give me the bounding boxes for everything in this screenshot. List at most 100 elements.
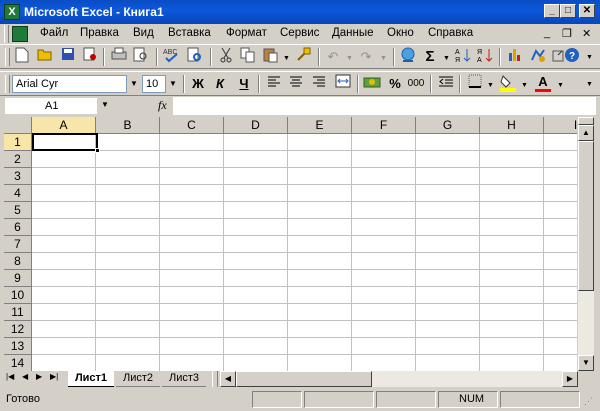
prev-sheet-button[interactable]: ◀: [22, 372, 28, 381]
menu-file[interactable]: Файл: [40, 27, 68, 39]
menu-data[interactable]: Данные: [332, 27, 374, 39]
select-all-corner[interactable]: [4, 117, 32, 134]
row-header[interactable]: 8: [4, 253, 32, 270]
undo-icon[interactable]: ↶: [323, 47, 343, 67]
fill-color-dropdown-arrow[interactable]: ▼: [521, 82, 528, 89]
row-header[interactable]: 4: [4, 185, 32, 202]
row-header[interactable]: 12: [4, 321, 32, 338]
menu-tools[interactable]: Сервис: [280, 27, 319, 39]
font-size-combo[interactable]: 10: [142, 75, 166, 93]
thousands-button[interactable]: 000: [406, 74, 426, 94]
font-color-dropdown-arrow[interactable]: ▼: [557, 82, 564, 89]
last-sheet-button[interactable]: ▶|: [50, 372, 58, 381]
column-header[interactable]: G: [416, 117, 480, 134]
active-cell-a1[interactable]: [32, 133, 98, 151]
autosum-icon[interactable]: Σ: [420, 47, 440, 67]
menu-edit[interactable]: Правка: [80, 27, 119, 39]
permission-icon[interactable]: [80, 47, 100, 67]
toolbar-grip[interactable]: [5, 48, 10, 66]
paste-icon[interactable]: [261, 47, 281, 67]
align-left-icon[interactable]: [264, 74, 284, 94]
drawing-icon[interactable]: [528, 47, 548, 67]
row-header[interactable]: 7: [4, 236, 32, 253]
column-header[interactable]: E: [288, 117, 352, 134]
column-header[interactable]: B: [96, 117, 160, 134]
menu-insert[interactable]: Вставка: [168, 27, 211, 39]
print-preview-icon[interactable]: [131, 47, 151, 67]
menu-format[interactable]: Формат: [226, 27, 267, 39]
toolbar-options-arrow[interactable]: ▼: [586, 54, 593, 61]
menu-help[interactable]: Справка: [428, 27, 473, 39]
borders-dropdown-arrow[interactable]: ▼: [487, 82, 494, 89]
tab-split-box[interactable]: [212, 371, 218, 387]
hyperlink-icon[interactable]: [398, 47, 418, 67]
sheet-tab[interactable]: Лист2: [116, 371, 160, 387]
help-icon[interactable]: ?: [562, 47, 582, 67]
underline-button[interactable]: Ч: [234, 74, 254, 94]
formula-input[interactable]: [173, 97, 596, 115]
undo-dropdown-arrow[interactable]: ▼: [346, 55, 353, 62]
decrease-indent-icon[interactable]: [436, 74, 456, 94]
vertical-scrollbar[interactable]: ▲ ▼: [578, 117, 594, 371]
redo-icon[interactable]: ↷: [356, 47, 376, 67]
column-header[interactable]: I: [544, 117, 577, 134]
new-icon[interactable]: [12, 47, 32, 67]
spelling-icon[interactable]: ABC: [162, 47, 182, 67]
percent-button[interactable]: %: [385, 74, 405, 94]
print-icon[interactable]: [109, 47, 129, 67]
vertical-scroll-thumb[interactable]: [578, 141, 594, 291]
doc-minimize-button[interactable]: _: [544, 27, 550, 39]
copy-icon[interactable]: [238, 47, 258, 67]
resize-grip[interactable]: ⋰: [584, 396, 593, 407]
font-name-dropdown[interactable]: ▼: [128, 75, 140, 93]
merge-center-icon[interactable]: [333, 74, 353, 94]
row-header[interactable]: 5: [4, 202, 32, 219]
close-button[interactable]: ✕: [579, 4, 595, 18]
sort-ascending-icon[interactable]: AЯ: [453, 47, 473, 67]
borders-icon[interactable]: [465, 74, 485, 94]
fill-handle[interactable]: [95, 148, 100, 153]
autosum-dropdown-arrow[interactable]: ▼: [443, 55, 450, 62]
worksheet-grid[interactable]: A B C D E F G H I 1 2 3 4 5 6 7 8 9 10 1…: [4, 117, 577, 371]
format-painter-icon[interactable]: [293, 47, 313, 67]
workbook-icon[interactable]: [12, 26, 28, 42]
doc-close-button[interactable]: ✕: [582, 27, 591, 40]
sheet-tab[interactable]: Лист3: [162, 371, 206, 387]
column-header[interactable]: A: [32, 117, 96, 134]
horizontal-scroll-thumb[interactable]: [236, 371, 372, 387]
insert-function-button[interactable]: fx: [158, 98, 167, 113]
horizontal-scrollbar[interactable]: ◀ ▶: [220, 371, 578, 387]
align-right-icon[interactable]: [309, 74, 329, 94]
align-center-icon[interactable]: [286, 74, 306, 94]
sheet-tab-active[interactable]: Лист1: [68, 371, 114, 387]
row-header[interactable]: 6: [4, 219, 32, 236]
menubar-grip[interactable]: [4, 25, 9, 43]
scroll-right-button[interactable]: ▶: [562, 371, 578, 387]
currency-icon[interactable]: [362, 74, 382, 94]
row-header[interactable]: 11: [4, 304, 32, 321]
doc-restore-button[interactable]: ❐: [562, 27, 572, 40]
row-header[interactable]: 14: [4, 355, 32, 371]
row-header[interactable]: 10: [4, 287, 32, 304]
column-header[interactable]: D: [224, 117, 288, 134]
first-sheet-button[interactable]: |◀: [6, 372, 14, 381]
font-name-combo[interactable]: Arial Cyr: [12, 75, 127, 93]
column-header[interactable]: H: [480, 117, 544, 134]
fill-color-icon[interactable]: [498, 74, 518, 94]
menu-window[interactable]: Окно: [387, 27, 414, 39]
row-header[interactable]: 13: [4, 338, 32, 355]
row-header[interactable]: 1: [4, 134, 32, 151]
sort-descending-icon[interactable]: ЯA: [475, 47, 495, 67]
bold-button[interactable]: Ж: [188, 74, 208, 94]
open-icon[interactable]: [35, 47, 55, 67]
research-icon[interactable]: [185, 47, 205, 67]
minimize-button[interactable]: _: [544, 4, 560, 18]
toolbar-grip[interactable]: [5, 75, 10, 93]
redo-dropdown-arrow[interactable]: ▼: [380, 55, 387, 62]
row-header[interactable]: 3: [4, 168, 32, 185]
name-box-dropdown[interactable]: ▼: [101, 100, 109, 109]
save-icon[interactable]: [58, 47, 78, 67]
italic-button[interactable]: К: [210, 74, 230, 94]
row-header[interactable]: 2: [4, 151, 32, 168]
excel-app-icon[interactable]: X: [4, 4, 20, 20]
